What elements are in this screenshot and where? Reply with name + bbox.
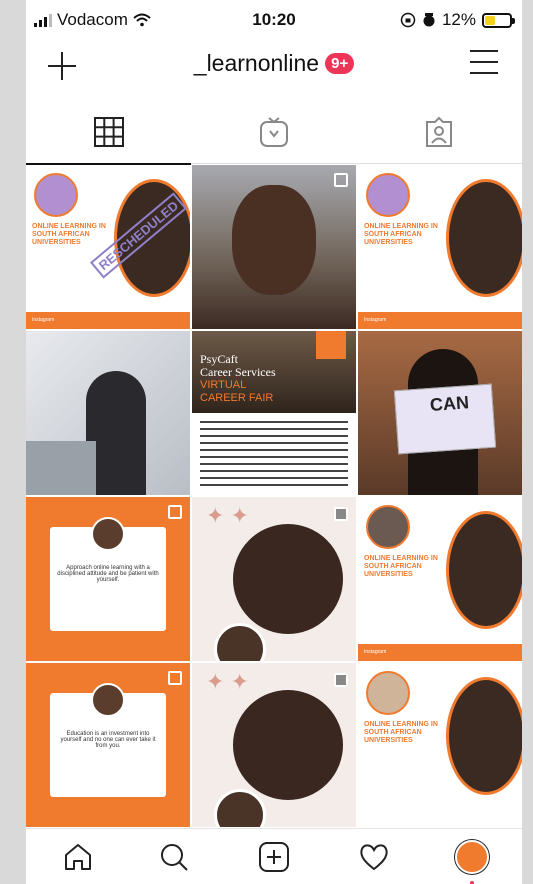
post-photo — [230, 687, 346, 803]
post-avatar — [34, 173, 78, 217]
laptop — [26, 441, 96, 495]
grid-icon — [93, 117, 124, 147]
orientation-lock-icon — [400, 12, 416, 28]
nav-profile[interactable] — [452, 837, 492, 884]
username: _learnonline — [193, 50, 320, 76]
post-photo — [446, 677, 522, 795]
post-thumbnail[interactable]: Approach online learning with a discipli… — [26, 497, 190, 661]
tab-grid[interactable] — [26, 100, 191, 165]
post-thumbnail[interactable]: CAN — [358, 331, 522, 495]
carousel-icon — [334, 507, 348, 521]
new-post-icon — [259, 842, 289, 872]
post-title-line: Career Services — [200, 365, 276, 379]
carousel-icon — [334, 673, 348, 687]
post-title: ONLINE LEARNING IN SOUTH AFRICAN UNIVERS… — [364, 555, 438, 578]
post-avatar — [366, 505, 410, 549]
post-grid: ONLINE LEARNING IN SOUTH AFRICAN UNIVERS… — [26, 165, 522, 827]
star-decoration: ✦ ✦ — [206, 669, 249, 694]
battery-icon — [482, 12, 515, 28]
post-thumbnail[interactable]: Education is an investment into yourself… — [26, 663, 190, 827]
status-right: 12% — [400, 10, 515, 30]
post-photo — [446, 511, 522, 629]
quote-avatar — [91, 517, 125, 551]
alarm-icon — [423, 13, 435, 27]
post-footer: Instagram — [26, 312, 190, 329]
post-thumbnail[interactable]: ONLINE LEARNING IN SOUTH AFRICAN UNIVERS… — [358, 663, 522, 827]
bottom-nav — [26, 828, 522, 884]
post-thumbnail[interactable]: ✦ ✦ — [192, 663, 356, 827]
post-footer: Instagram — [358, 644, 522, 661]
quote-text: Education is an investment into yourself… — [60, 731, 156, 749]
post-title-line: CAREER FAIR — [200, 392, 274, 404]
menu-icon[interactable] — [470, 50, 500, 78]
carousel-icon — [168, 505, 182, 519]
post-avatar — [366, 173, 410, 217]
post-title-line: VIRTUAL — [200, 379, 247, 391]
profile-tabs — [26, 100, 522, 165]
battery-percent: 12% — [441, 10, 476, 29]
post-thumbnail[interactable]: ✦ ✦ — [192, 497, 356, 661]
account-switcher[interactable]: _learnonline 9+ — [26, 50, 522, 77]
post-thumbnail[interactable]: ONLINE LEARNING IN SOUTH AFRICAN UNIVERS… — [358, 497, 522, 661]
quote-avatar — [91, 683, 125, 717]
nav-home[interactable] — [58, 837, 98, 877]
quote-card: Education is an investment into yourself… — [50, 683, 166, 797]
tab-tagged[interactable] — [356, 100, 521, 164]
quote-card: Approach online learning with a discipli… — [50, 517, 166, 631]
nav-new-post[interactable] — [254, 837, 294, 877]
post-thumbnail[interactable]: PsyCaft Career Services VIRTUAL CAREER F… — [192, 331, 356, 495]
quote-text: Approach online learning with a discipli… — [57, 565, 159, 583]
home-icon — [65, 844, 91, 870]
star-decoration: ✦ ✦ — [206, 503, 249, 528]
status-bar: Vodacom 10:20 12% — [26, 0, 522, 40]
post-thumbnail[interactable] — [192, 165, 356, 329]
post-thumbnail[interactable]: ONLINE LEARNING IN SOUTH AFRICAN UNIVERS… — [26, 165, 190, 329]
post-title: PsyCaft Career Services VIRTUAL CAREER F… — [200, 353, 276, 405]
post-photo — [230, 521, 346, 637]
profile-avatar-icon — [455, 840, 489, 874]
phone-screen: Vodacom 10:20 12% _learnonline 9+ ONLINE… — [26, 0, 522, 884]
post-title: ONLINE LEARNING IN SOUTH AFRICAN UNIVERS… — [364, 721, 438, 744]
handmade-sign: CAN — [393, 383, 497, 455]
tagged-icon — [425, 116, 452, 147]
person-face — [232, 185, 316, 295]
nav-activity[interactable] — [354, 837, 394, 877]
post-thumbnail[interactable]: ONLINE LEARNING IN SOUTH AFRICAN UNIVERS… — [358, 165, 522, 329]
post-text-block — [200, 421, 348, 487]
profile-header: _learnonline 9+ — [26, 40, 522, 100]
logo-badge — [316, 331, 346, 359]
post-title: ONLINE LEARNING IN SOUTH AFRICAN UNIVERS… — [32, 223, 106, 246]
notification-badge: 9+ — [325, 53, 355, 74]
sign-text: CAN — [429, 392, 470, 415]
post-photo — [446, 179, 522, 297]
post-avatar — [366, 671, 410, 715]
igtv-icon — [259, 117, 288, 147]
nav-search[interactable] — [154, 837, 194, 877]
carousel-icon — [334, 173, 348, 187]
search-icon — [161, 844, 188, 871]
tab-igtv[interactable] — [191, 100, 356, 164]
heart-icon — [360, 844, 388, 871]
post-footer: Instagram — [358, 312, 522, 329]
post-thumbnail[interactable] — [26, 331, 190, 495]
carousel-icon — [168, 671, 182, 685]
post-title: ONLINE LEARNING IN SOUTH AFRICAN UNIVERS… — [364, 223, 438, 246]
